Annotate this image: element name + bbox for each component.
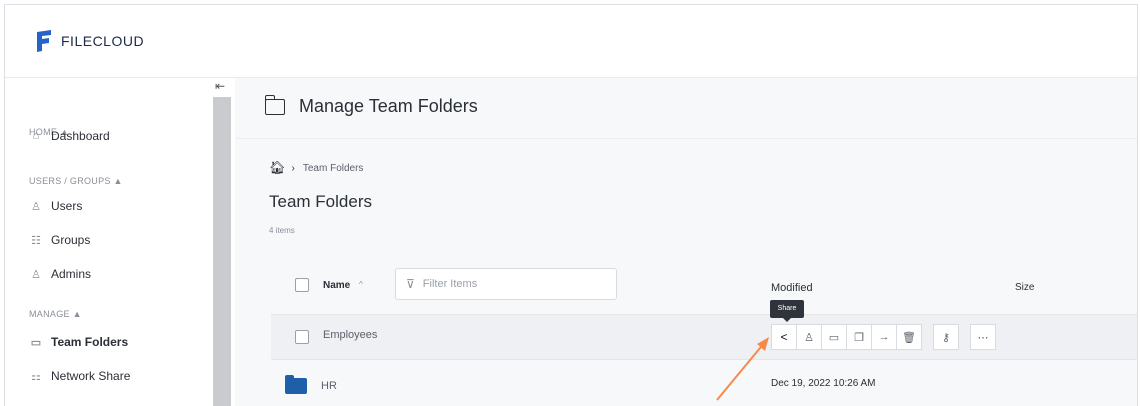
top-bar: FILECLOUD: [5, 5, 1137, 78]
sidebar-section-manage[interactable]: MANAGE ▲: [29, 309, 82, 319]
sidebar-item-label: Network Share: [51, 369, 131, 383]
breadcrumb: 🏠︎ › Team Folders: [269, 160, 363, 176]
key-icon[interactable]: ⚷: [933, 324, 959, 350]
page-title: Team Folders: [269, 192, 372, 211]
sidebar-item-groups[interactable]: ☷ Groups: [29, 233, 90, 247]
sidebar-scrollbar[interactable]: [213, 97, 231, 406]
sidebar-item-users[interactable]: ♙ Users: [29, 199, 82, 213]
sidebar-item-network-share[interactable]: ⚏ Network Share: [29, 369, 130, 383]
main-content: Manage Team Folders 🏠︎ › Team Folders Te…: [235, 78, 1137, 406]
select-all-checkbox[interactable]: [295, 278, 309, 292]
chevron-right-icon: ›: [291, 162, 295, 174]
sidebar-item-label: Admins: [51, 267, 92, 281]
row-modified: Dec 19, 2022 10:26 AM: [771, 378, 876, 389]
folder-move-icon[interactable]: ▭: [821, 324, 847, 350]
page-header-title: Manage Team Folders: [299, 96, 478, 116]
row-name[interactable]: Employees: [323, 329, 377, 341]
share-icon[interactable]: <: [771, 324, 797, 350]
item-count: 4 items: [269, 226, 295, 235]
filter-icon: ⊽: [406, 277, 415, 291]
sidebar-item-dashboard[interactable]: ⌂ Dashboard: [29, 129, 110, 143]
page-header: Manage Team Folders: [235, 78, 1137, 139]
table-header: Name ^ ⊽ Filter Items Modified Size: [273, 266, 1137, 302]
sort-asc-icon[interactable]: ^: [359, 280, 363, 289]
table-row-hr[interactable]: HR: [285, 375, 337, 394]
user-icon[interactable]: ♙: [796, 324, 822, 350]
sidebar-item-admins[interactable]: ♙ Admins: [29, 267, 91, 281]
column-modified-header[interactable]: Modified: [771, 282, 813, 294]
pointer-arrow-annotation: [716, 337, 769, 401]
filter-placeholder: Filter Items: [422, 278, 478, 290]
logo[interactable]: FILECLOUD: [35, 30, 144, 52]
sidebar-item-label: Dashboard: [51, 129, 110, 143]
folder-icon: [285, 375, 307, 394]
sidebar-item-team-folders[interactable]: ▭ Team Folders: [29, 335, 128, 349]
column-name-header[interactable]: Name: [323, 280, 350, 291]
more-icon[interactable]: ⋯: [970, 324, 996, 350]
user-icon: ♙: [31, 200, 41, 213]
column-size-header[interactable]: Size: [1015, 282, 1034, 293]
folder-icon: [264, 94, 285, 115]
sidebar-section-users-groups[interactable]: USERS / GROUPS ▲: [29, 176, 123, 186]
copy-icon[interactable]: ❐: [846, 324, 872, 350]
table-row-employees[interactable]: Employees: [271, 314, 1137, 360]
sidebar-item-label: Groups: [51, 233, 91, 247]
trash-icon[interactable]: 🗑︎: [896, 324, 922, 350]
row-actions: < ♙ ▭ ❐ → 🗑︎ ⚷ ⋯: [771, 324, 996, 350]
row-checkbox[interactable]: [295, 330, 309, 344]
admin-icon: ♙: [31, 268, 41, 281]
sidebar-item-label: Team Folders: [51, 335, 129, 349]
folder-icon: ▭: [30, 336, 42, 349]
arrow-right-icon[interactable]: →: [871, 324, 897, 350]
app-window: FILECLOUD ⇤ HOME ▲ ⌂ Dashboard USERS / G…: [4, 4, 1138, 406]
collapse-sidebar-icon[interactable]: ⇤: [215, 79, 225, 93]
share-tooltip: Share: [770, 300, 804, 322]
sidebar-item-label: Users: [51, 199, 83, 213]
home-icon[interactable]: 🏠︎: [269, 160, 286, 176]
row-name[interactable]: HR: [321, 380, 337, 392]
filecloud-logo-icon: [37, 30, 51, 52]
home-icon: ⌂: [32, 130, 40, 142]
breadcrumb-current[interactable]: Team Folders: [303, 163, 364, 174]
logo-text: FILECLOUD: [61, 33, 145, 49]
filter-input[interactable]: ⊽ Filter Items: [395, 268, 617, 300]
groups-icon: ☷: [31, 234, 41, 247]
network-icon: ⚏: [31, 370, 41, 383]
